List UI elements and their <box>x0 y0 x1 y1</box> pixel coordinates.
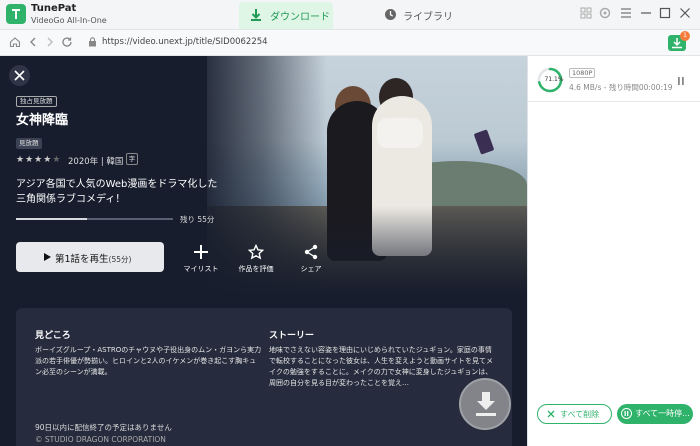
delete-icon <box>547 410 555 418</box>
rate-button[interactable]: 作品を評価 <box>228 242 284 276</box>
story-text: 地味でさえない容姿を理由にいじめられていたジュギョン。家庭の事情で転校することに… <box>269 346 493 387</box>
video-meta: 2020年 | 韓国 <box>68 157 124 167</box>
web-content: 独占見放題 女神降臨 見放題 ★★★★★ 2020年 | 韓国 字 アジア各国で… <box>0 56 527 446</box>
share-icon <box>304 244 318 260</box>
home-icon[interactable] <box>9 36 21 48</box>
pause-all-button[interactable]: すべて一時停... <box>617 404 693 424</box>
settings-gear-icon[interactable] <box>599 7 611 19</box>
title-bar: TunePat VideoGo All-In-One ダウンロード ライブラリ <box>0 0 700 30</box>
maximize-icon[interactable] <box>659 7 671 19</box>
unlimited-badge: 見放題 <box>16 138 42 149</box>
star-empty-icon: ★ <box>52 155 62 165</box>
video-title: 女神降臨 <box>16 113 69 128</box>
app-name: TunePat <box>31 3 77 14</box>
availability-notice: 90日以内に配信終了の予定はありません <box>35 423 172 432</box>
highlights-heading: 見どころ <box>35 331 71 341</box>
back-icon[interactable] <box>27 36 39 48</box>
remaining-time: 残り 55分 <box>180 215 215 224</box>
forward-icon[interactable] <box>44 36 56 48</box>
tab-download-label: ダウンロード <box>270 12 330 23</box>
play-icon <box>44 253 51 261</box>
pause-all-label: すべて一時停... <box>635 409 690 418</box>
reload-icon[interactable] <box>61 36 73 48</box>
delete-all-label: すべて削除 <box>560 410 600 419</box>
share-button[interactable]: シェア <box>283 242 339 276</box>
star-filled-icon: ★ <box>43 155 53 165</box>
menu-icon[interactable] <box>620 7 632 19</box>
rate-label: 作品を評価 <box>238 265 274 273</box>
app-window: TunePat VideoGo All-In-One ダウンロード ライブラリ … <box>0 0 700 446</box>
tab-library-label: ライブラリ <box>403 12 453 23</box>
download-speed: 4.6 MB/s - 残り時間00:00:19 <box>569 83 673 92</box>
download-item: 71.1% 1080P 4.6 MB/s - 残り時間00:00:19 <box>528 56 700 102</box>
tab-download[interactable]: ダウンロード <box>239 2 333 29</box>
exclusive-badge: 独占見放題 <box>16 96 57 107</box>
download-panel: 71.1% 1080P 4.6 MB/s - 残り時間00:00:19 すべて削… <box>527 56 700 446</box>
url-text: https://video.unext.jp/title/SID0062254 <box>102 37 268 47</box>
close-icon <box>14 70 25 81</box>
tab-library[interactable]: ライブラリ <box>378 2 472 29</box>
star-filled-icon: ★ <box>25 155 35 165</box>
story-heading: ストーリー <box>269 331 315 341</box>
star-rating: ★★★★★ <box>16 155 61 165</box>
minimize-icon[interactable] <box>640 7 652 19</box>
close-window-icon[interactable] <box>679 7 691 19</box>
app-logo <box>6 4 26 24</box>
download-arrow-icon <box>476 392 496 416</box>
play-duration: (55分) <box>108 255 132 264</box>
resolution-badge: 1080P <box>569 68 596 78</box>
mylist-button[interactable]: マイリスト <box>173 242 229 276</box>
watch-progress-bar <box>16 218 173 220</box>
pause-icon[interactable] <box>677 76 685 86</box>
star-icon <box>248 244 264 260</box>
url-field[interactable]: https://video.unext.jp/title/SID0062254 <box>78 34 658 52</box>
share-label: シェア <box>300 265 322 273</box>
app-subtitle: VideoGo All-In-One <box>31 16 107 25</box>
play-episode-button[interactable]: 第1話を再生(55分) <box>16 242 164 272</box>
download-video-button[interactable] <box>459 378 511 430</box>
close-button[interactable] <box>9 65 30 86</box>
grid-icon[interactable] <box>580 7 592 19</box>
address-bar: https://video.unext.jp/title/SID0062254 <box>0 30 700 56</box>
highlights-text: ボーイズグループ・ASTROのチャウヌや子役出身のムン・ガヨンら実力派の若手俳優… <box>35 346 262 376</box>
download-queue-button[interactable]: 1 <box>668 31 690 51</box>
download-count-badge: 1 <box>680 31 690 41</box>
copyright: © STUDIO DRAGON CORPORATION <box>35 435 166 444</box>
star-filled-icon: ★ <box>34 155 44 165</box>
progress-percent: 71.1% <box>544 76 564 83</box>
clock-icon <box>385 9 396 20</box>
subtitle-badge: 字 <box>126 153 138 165</box>
video-description: アジア各国で人気のWeb漫画をドラマ化した三角関係ラブコメディ！ <box>16 179 218 205</box>
pause-circle-icon <box>621 408 632 419</box>
play-label: 第1話を再生 <box>55 254 109 265</box>
delete-all-button[interactable]: すべて削除 <box>537 404 612 424</box>
star-filled-icon: ★ <box>16 155 26 165</box>
mylist-label: マイリスト <box>183 265 219 273</box>
download-icon <box>251 9 261 21</box>
plus-icon <box>194 245 208 259</box>
lock-icon <box>89 37 96 47</box>
